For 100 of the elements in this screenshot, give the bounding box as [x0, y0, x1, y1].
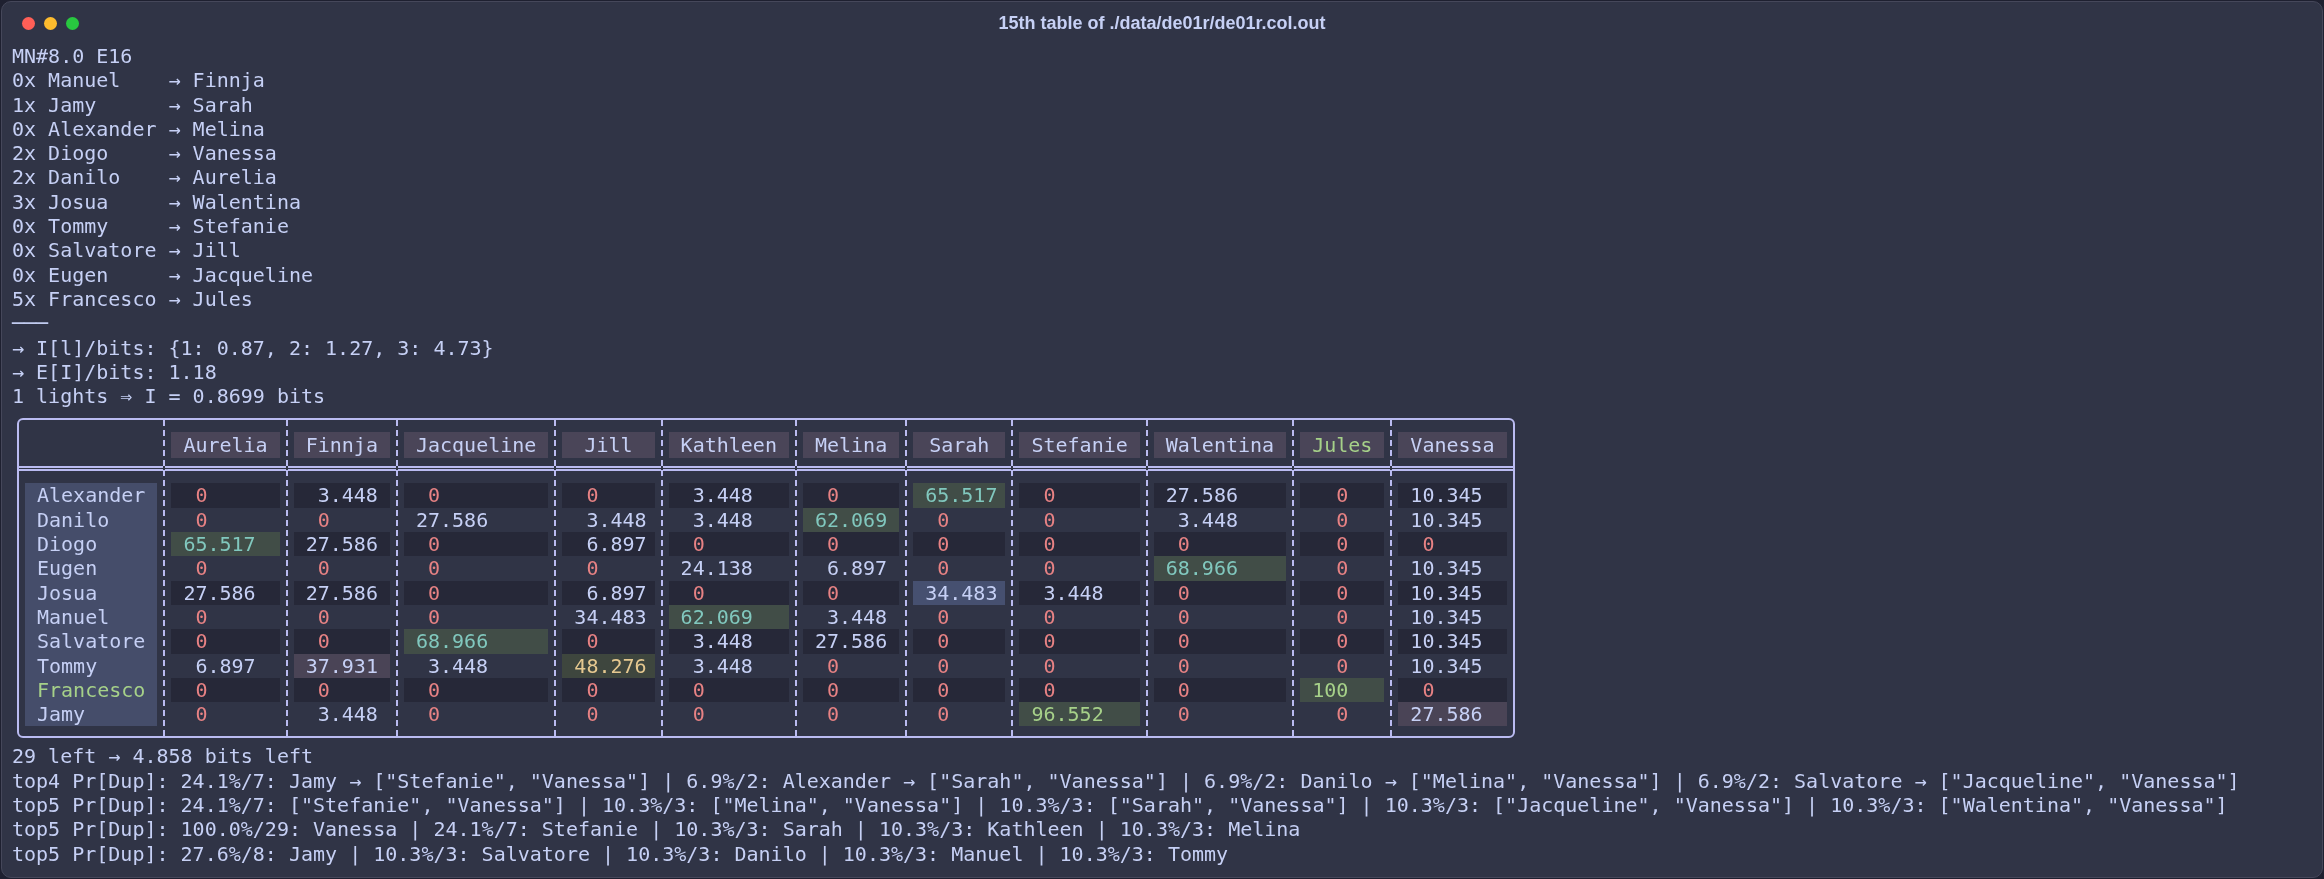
- column-header: Jill: [562, 432, 655, 459]
- table-cell-text: 6.897: [825, 556, 889, 581]
- table-cell-text: 0: [585, 556, 600, 581]
- output-line: 3x Josua → Walentina: [12, 189, 301, 215]
- table-cell-text: 0: [1335, 702, 1350, 727]
- table-cell: 37.931: [293, 653, 390, 678]
- table-cell-text: 0: [426, 702, 441, 727]
- output-line: 2x Diogo → Vanessa: [12, 141, 277, 166]
- table-cell-text: 0: [691, 702, 706, 727]
- table-cell: 0: [1019, 532, 1140, 557]
- table-cell: 27.586: [1398, 702, 1507, 727]
- table-cell: 0: [1153, 580, 1287, 605]
- table-cell: 65.517: [171, 532, 280, 557]
- row-label: Tommy: [37, 653, 98, 678]
- output-line: → I[l]/bits: {1: 0.87, 2: 1.27, 3: 4.73}: [12, 335, 494, 360]
- table-cell: 0: [1153, 532, 1287, 557]
- table-cell: 0: [171, 629, 280, 654]
- table-cell-text: 3.448: [691, 653, 754, 678]
- table-cell-text: 0: [1042, 507, 1057, 533]
- output-line: top5 Pr[Dup]: 27.6%/8: Jamy | 10.3%/3: Salvatore | 10.3%/3: Danilo | 10.3%/3: Manuel | 10.3%/3: Tommy: [12, 841, 1229, 866]
- output-line: → E[I]/bits: 1.18: [12, 359, 217, 385]
- table-cell-text: 0: [1335, 556, 1350, 581]
- table-cell: 0: [1300, 532, 1385, 557]
- minimize-button[interactable]: [44, 16, 57, 30]
- table-cell: 68.966: [403, 629, 549, 654]
- table-cell: 0: [913, 677, 1006, 703]
- table-cell-text: 24.138: [679, 556, 754, 581]
- row-label: Francesco: [37, 677, 146, 703]
- table-cell: 27.586: [171, 580, 280, 605]
- table-cell-text: 0: [936, 556, 951, 581]
- table-cell: 0: [562, 677, 655, 703]
- table-cell: 10.345: [1398, 629, 1507, 654]
- table-cell-text: 0: [936, 653, 951, 678]
- column-header: Sarah: [913, 432, 1006, 459]
- maximize-button[interactable]: [66, 16, 79, 30]
- table-cell-text: 6.897: [194, 653, 257, 678]
- table-cell: 0: [171, 677, 280, 703]
- output-line: 0x Alexander → Melina: [12, 116, 265, 142]
- table-cell-text: 27.586: [414, 507, 490, 533]
- table-cell: 3.448: [668, 629, 789, 654]
- table-cell: 0: [1300, 580, 1385, 605]
- table-cell: 0: [913, 629, 1006, 654]
- output-line: top4 Pr[Dup]: 24.1%/7: Jamy → ["Stefanie", "Vanessa"] | 6.9%/2: Alexander → ["Sarah", "Vanessa"] | 6.9%/2: Danilo → ["Melina", "Vanessa"] | 6.9%/2: Salvatore → ["Jacqueline", "Vanessa"]: [12, 768, 2240, 793]
- table-cell: 0: [171, 483, 280, 508]
- table-cell: 0: [403, 483, 549, 508]
- table-cell: 3.448: [668, 483, 789, 508]
- table-cell: 6.897: [562, 532, 655, 557]
- output-line: 29 left → 4.858 bits left: [12, 744, 314, 769]
- column-header: Walentina: [1153, 432, 1287, 459]
- table-cell: 0: [1398, 532, 1507, 557]
- output-line: 2x Danilo → Aurelia: [12, 165, 277, 190]
- table-cell-text: 34.483: [573, 604, 648, 630]
- table-cell-text: 0: [1335, 653, 1350, 678]
- output-line: 0x Eugen → Jacqueline: [12, 262, 314, 287]
- table-cell-text: 0: [316, 604, 331, 630]
- table-cell-text: 3.448: [691, 507, 754, 533]
- table-cell: 0: [1019, 629, 1140, 654]
- output-line: MN#8.0 E16: [12, 44, 133, 69]
- table-cell: 0: [403, 677, 549, 703]
- window-title: 15th table of ./data/de01r/de01r.col.out: [997, 12, 1327, 34]
- table-cell-text: 10.345: [1409, 507, 1484, 533]
- column-header: Aurelia: [171, 432, 280, 459]
- table-cell: 0: [1300, 483, 1385, 508]
- close-button[interactable]: [22, 16, 35, 30]
- table-cell-text: 0: [1042, 653, 1057, 678]
- output-line: 5x Francesco → Jules: [12, 286, 253, 312]
- row-label: Manuel: [37, 604, 110, 630]
- row-label: Salvatore: [37, 629, 146, 654]
- output-line: 0x Salvatore → Jill: [12, 238, 241, 263]
- table-cell-text: 3.448: [585, 507, 648, 533]
- table-cell: 0: [1300, 629, 1385, 654]
- table-cell: 0: [1153, 677, 1287, 703]
- table-cell-text: 0: [194, 507, 209, 533]
- row-label: Diogo: [37, 532, 98, 557]
- row-label: Eugen: [37, 556, 98, 581]
- table-cell: 6.897: [562, 580, 655, 605]
- table-cell: 27.586: [1153, 483, 1287, 508]
- column-header: Vanessa: [1398, 432, 1507, 459]
- table-cell-text: 0: [1176, 653, 1191, 678]
- table-cell: 100: [1300, 677, 1385, 703]
- table-cell: 3.448: [1019, 580, 1140, 605]
- table-cell-text: 0: [1176, 702, 1191, 727]
- table-cell-text: 3.448: [1176, 507, 1239, 533]
- table-cell: 0: [562, 629, 655, 654]
- output-line: 0x Tommy → Stefanie: [12, 214, 289, 239]
- column-header: Melina: [802, 432, 900, 459]
- table-cell-text: 0: [1042, 604, 1057, 630]
- table-cell: 62.069: [668, 604, 789, 630]
- table-cell-text: 3.448: [825, 604, 889, 630]
- table-cell-text: 0: [194, 702, 209, 727]
- table-cell: 34.483: [913, 580, 1006, 605]
- output-line: ───: [12, 311, 49, 336]
- table-cell-text: 0: [936, 604, 951, 630]
- table-cell: 3.448: [293, 483, 390, 508]
- row-label: Danilo: [37, 507, 110, 533]
- table-cell: 10.345: [1398, 483, 1507, 508]
- table-cell-text: 0: [316, 507, 331, 533]
- table-cell-text: 0: [1042, 556, 1057, 581]
- table-cell: 0: [802, 677, 900, 703]
- table-cell-text: 0: [1176, 604, 1191, 630]
